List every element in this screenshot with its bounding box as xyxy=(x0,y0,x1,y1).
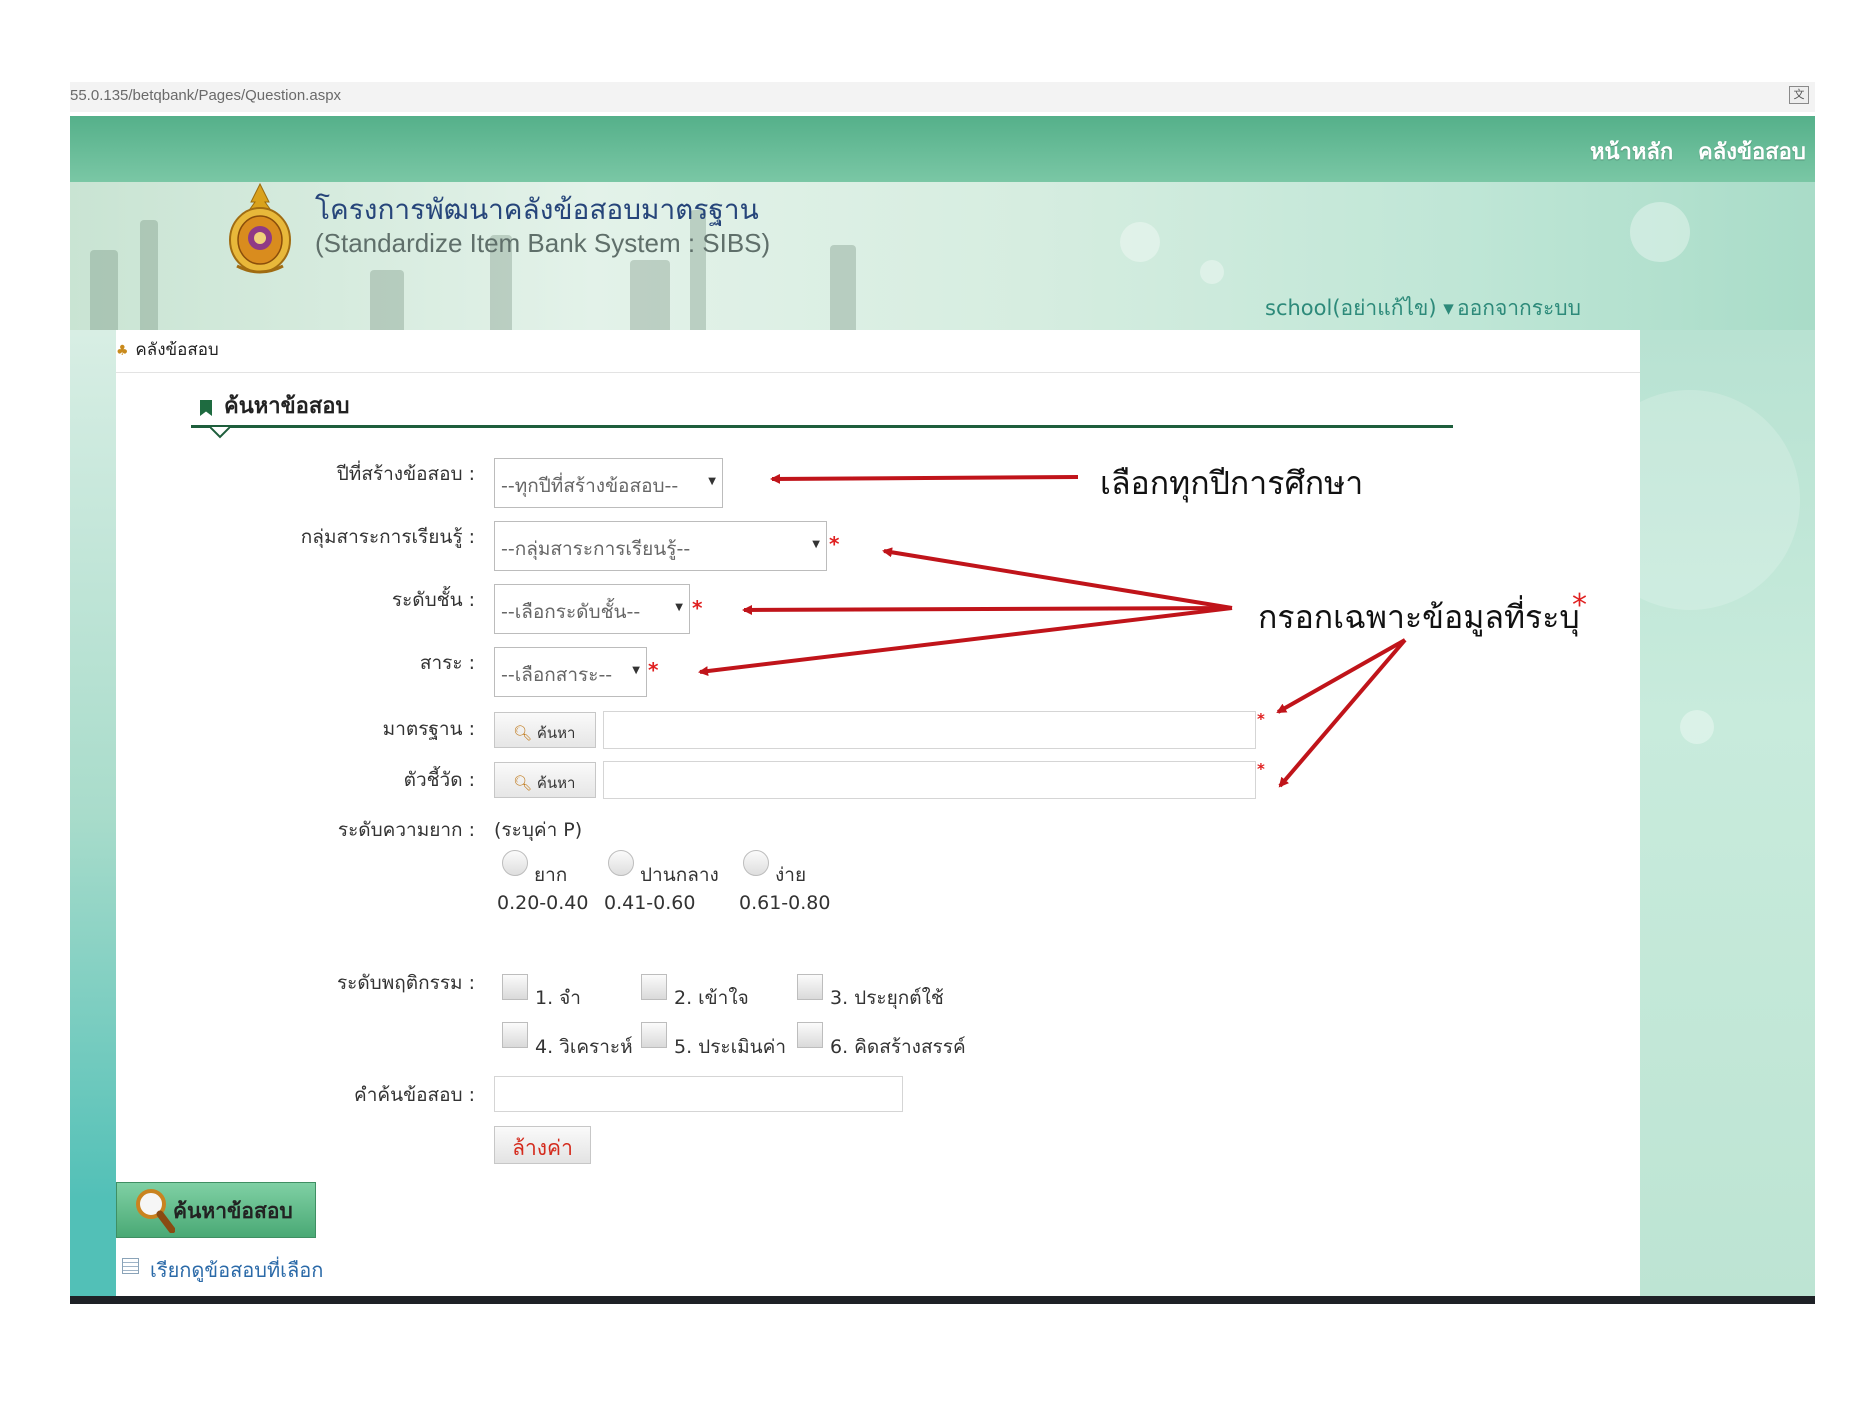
annotation-select-all-years: เลือกทุกปีการศึกษา xyxy=(1100,464,1364,502)
annotation-required-star: * xyxy=(1572,588,1587,623)
annotation-arrows xyxy=(698,473,1407,788)
annotation-fill-required: กรอกเฉพาะข้อมูลที่ระบุ xyxy=(1258,598,1580,636)
